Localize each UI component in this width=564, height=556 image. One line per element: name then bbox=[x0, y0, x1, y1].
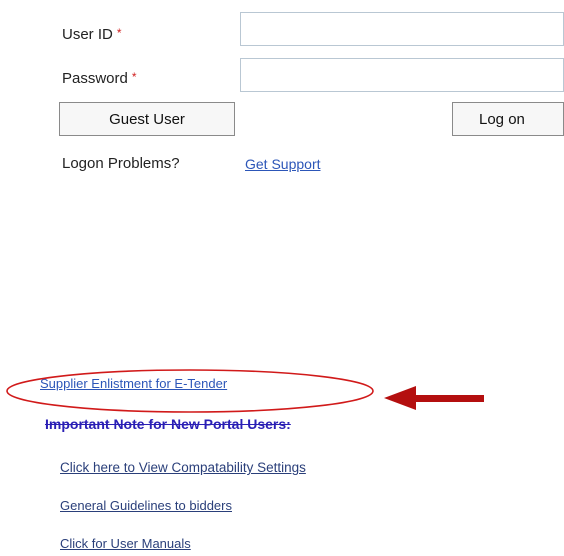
red-arrow-icon bbox=[384, 386, 484, 410]
annotation-overlay bbox=[6, 369, 484, 413]
highlight-ellipse bbox=[6, 369, 374, 413]
